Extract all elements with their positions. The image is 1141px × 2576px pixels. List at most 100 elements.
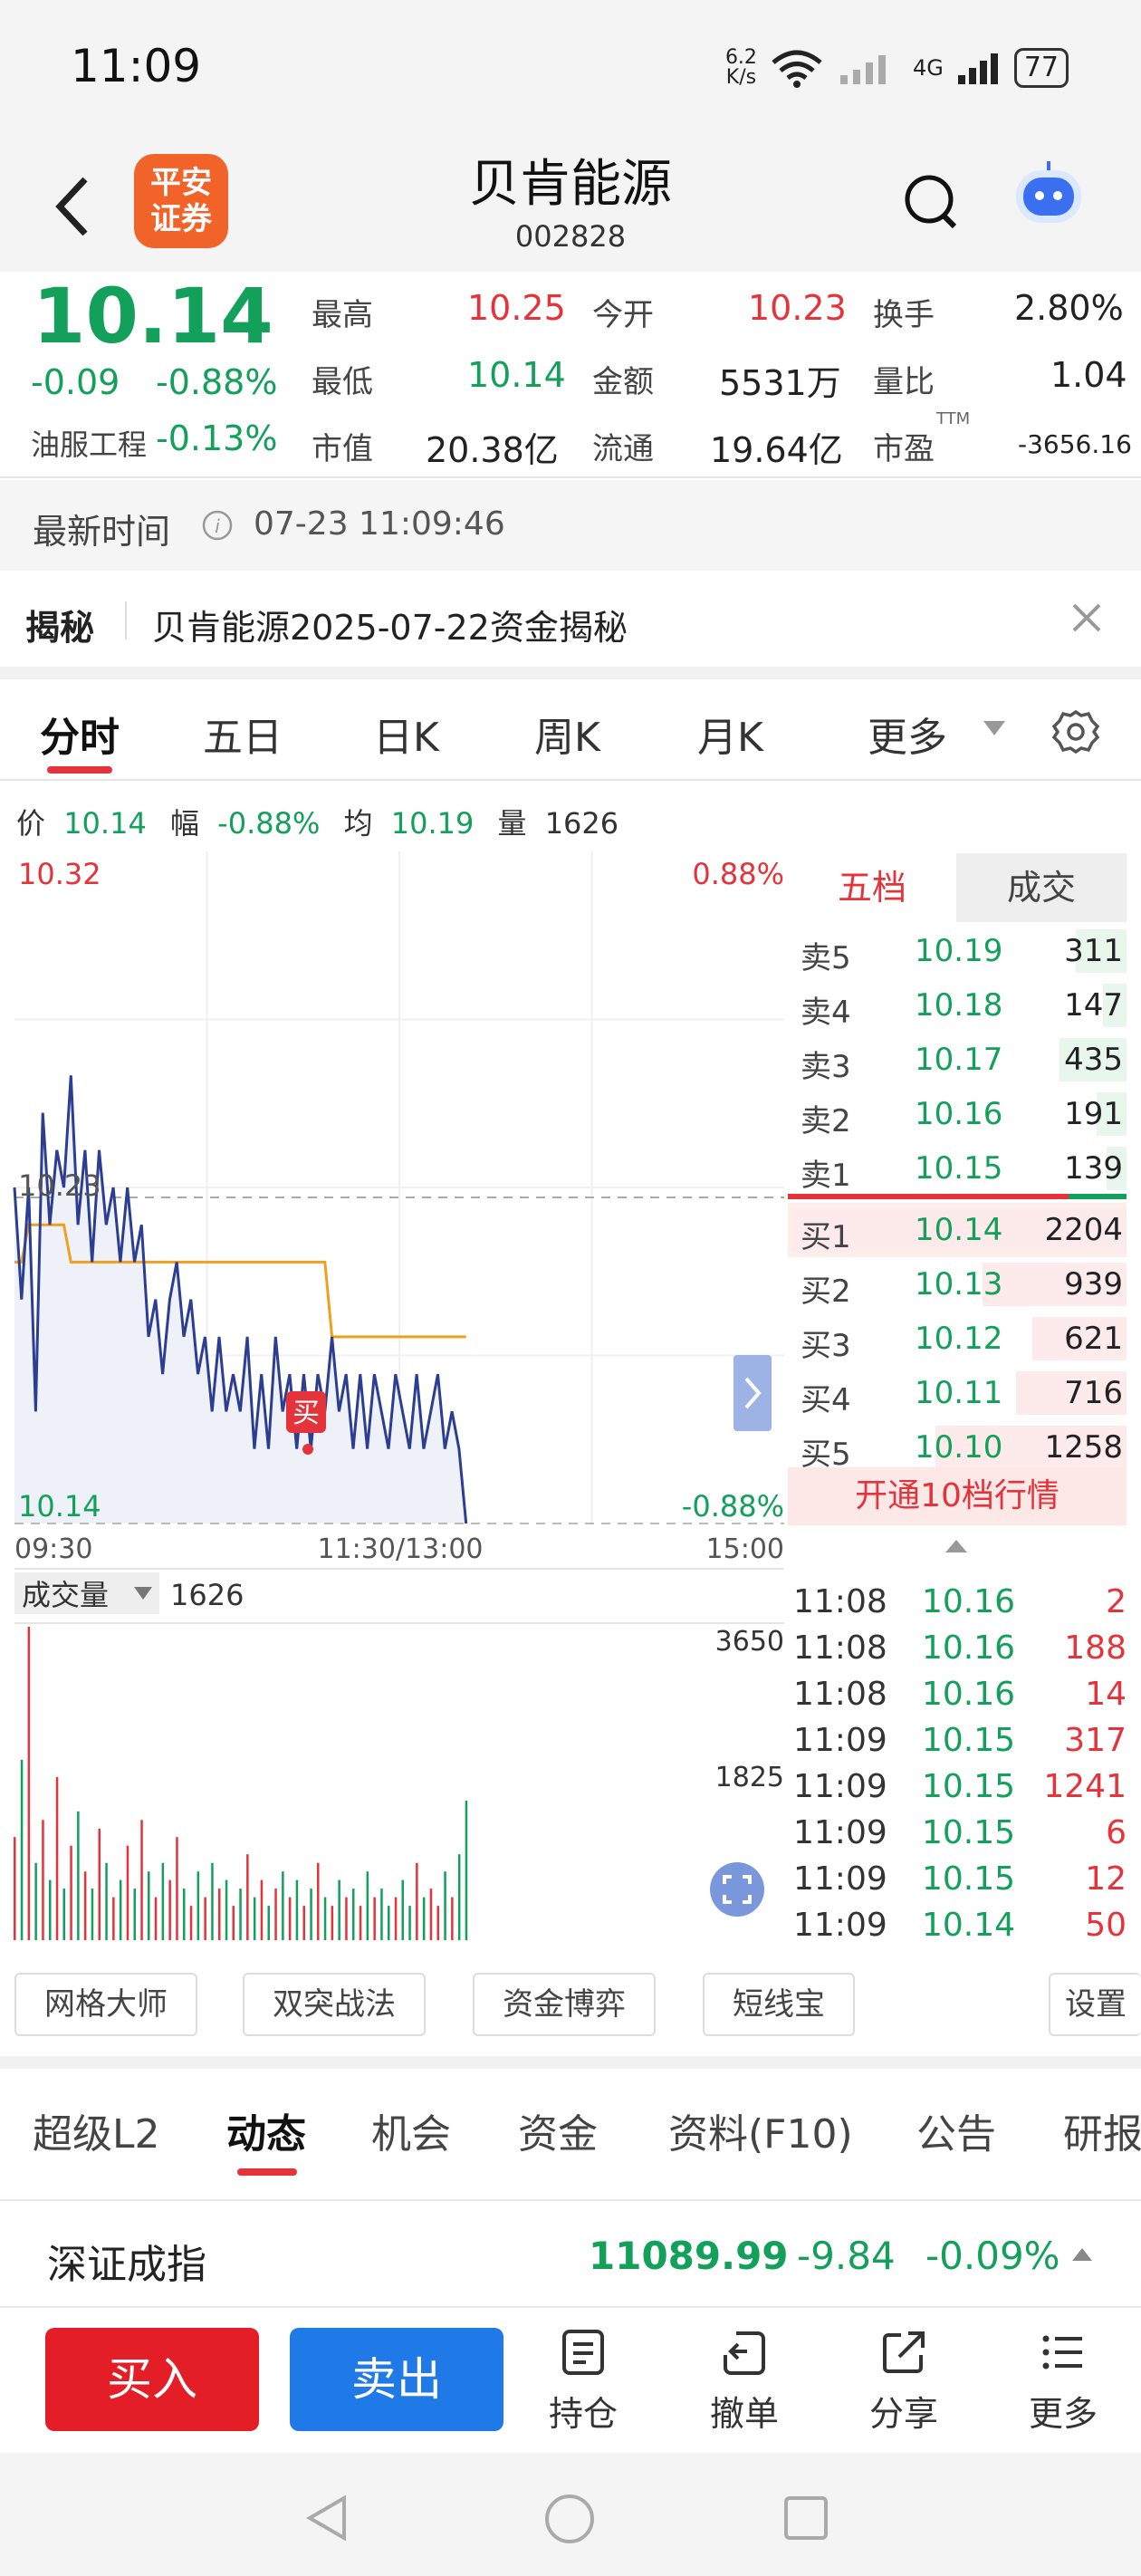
bid-row[interactable]: 买5 10.10 1258: [788, 1420, 1127, 1475]
ask-row[interactable]: 卖4 10.18 147: [788, 978, 1127, 1033]
nav-recents-icon[interactable]: [782, 2494, 829, 2542]
tick-row: 11:09 10.15 12: [793, 1859, 1128, 1904]
system-nav-bar: [0, 2453, 1141, 2576]
tab-trades[interactable]: 成交: [956, 853, 1127, 922]
tool-settings[interactable]: 设置: [1049, 1973, 1141, 2036]
sector-name[interactable]: 油服工程: [31, 422, 147, 464]
bid-row[interactable]: 买2 10.13 939: [788, 1257, 1127, 1312]
gear-icon[interactable]: [1050, 706, 1101, 757]
status-icons: 6.2 K/s 4G 77: [725, 45, 1069, 91]
bid-label: 买1: [801, 1219, 851, 1255]
bid-row[interactable]: 买1 10.14 2204: [788, 1203, 1127, 1257]
tick-price: 10.14: [922, 1907, 1016, 1944]
tool-grid-master[interactable]: 网格大师: [14, 1973, 197, 2036]
volume-bar: [323, 1897, 327, 1940]
caret-down-icon[interactable]: [982, 719, 1007, 737]
fullscreen-button[interactable]: [710, 1862, 764, 1917]
volume-bar: [302, 1906, 305, 1940]
price-area: [14, 1075, 466, 1523]
tab-dynamic[interactable]: 动态: [226, 2101, 306, 2159]
robot-assistant-icon[interactable]: [1011, 158, 1087, 234]
volume-bar: [429, 1889, 433, 1940]
tab-more[interactable]: 更多: [868, 705, 947, 763]
ask-row[interactable]: 卖5 10.19 311: [788, 924, 1127, 978]
y-top-label: 10.32: [18, 857, 101, 891]
bid-row[interactable]: 买3 10.12 621: [788, 1312, 1127, 1366]
tab-super-l2[interactable]: 超级L2: [33, 2101, 160, 2159]
intraday-chart[interactable]: 10.32 0.88% 10.23 10.14 -0.88% 09:30 11:…: [0, 851, 788, 1956]
volume-bar: [394, 1897, 398, 1940]
chart-expand-arrow[interactable]: [734, 1355, 772, 1431]
volume-bar: [112, 1897, 115, 1940]
open-10-level-button[interactable]: 开通10档行情: [788, 1467, 1127, 1525]
tab-announcement[interactable]: 公告: [916, 2101, 996, 2159]
pe-ttm-sup: TTM: [936, 409, 971, 428]
sell-button[interactable]: 卖出: [290, 2328, 503, 2431]
volume-bar: [27, 1627, 31, 1940]
volume-bar: [373, 1897, 376, 1940]
tick-price: 10.15: [922, 1814, 1016, 1851]
secret-tag: 揭秘: [25, 608, 95, 648]
ask-row[interactable]: 卖1 10.15 139: [788, 1141, 1127, 1196]
latest-time-label: 最新时间: [33, 512, 171, 552]
tab-research[interactable]: 研报: [1063, 2101, 1141, 2159]
secret-text[interactable]: 贝肯能源2025-07-22资金揭秘: [152, 600, 628, 649]
volume-bar: [176, 1837, 178, 1940]
tick-volume: 12: [1085, 1860, 1127, 1898]
wifi-icon: [772, 50, 822, 88]
more-button[interactable]: 更多: [1009, 2328, 1117, 2436]
tool-short-line[interactable]: 短线宝: [703, 1973, 855, 2036]
ask-row[interactable]: 卖3 10.17 435: [788, 1033, 1127, 1087]
bid-volume: 2204: [1044, 1212, 1123, 1248]
tab-five-day[interactable]: 五日: [203, 705, 283, 763]
ask-label: 卖3: [801, 1049, 851, 1085]
tick-time: 11:09: [793, 1907, 887, 1944]
tool-capital-game[interactable]: 资金博弈: [473, 1973, 656, 2036]
capital-secret-banner[interactable]: 揭秘 贝肯能源2025-07-22资金揭秘: [0, 572, 1141, 667]
tab-daily-k[interactable]: 日K: [373, 705, 439, 763]
info-icon[interactable]: i: [201, 509, 234, 542]
vol-max-label: 3650: [715, 1626, 784, 1658]
volume-bar: [352, 1889, 355, 1940]
price-change-pct: -0.88%: [156, 362, 278, 402]
tick-volume: 14: [1085, 1676, 1127, 1713]
ask-row[interactable]: 卖2 10.16 191: [788, 1087, 1127, 1141]
search-icon[interactable]: [902, 170, 960, 234]
ask-label: 卖1: [801, 1158, 851, 1194]
ask-price: 10.19: [915, 933, 1003, 969]
volume-bar: [260, 1879, 264, 1940]
buy-button[interactable]: 买入: [45, 2328, 259, 2431]
volume-bar: [288, 1897, 292, 1940]
mcap-label: 市值: [312, 431, 373, 467]
ask-volume: 311: [1064, 933, 1123, 969]
nav-home-icon[interactable]: [543, 2493, 596, 2545]
cancel-order-button[interactable]: 撤单: [690, 2328, 799, 2436]
share-button[interactable]: 分享: [849, 2328, 958, 2436]
latest-time-row: 最新时间 i 07-23 11:09:46: [0, 480, 1141, 571]
nav-back-icon[interactable]: [304, 2493, 350, 2543]
tab-monthly-k[interactable]: 月K: [697, 705, 763, 763]
volume-bar: [218, 1889, 221, 1940]
volume-bars: [14, 1627, 468, 1940]
tab-f10[interactable]: 资料(F10): [668, 2101, 853, 2159]
close-icon[interactable]: [1069, 600, 1105, 636]
bid-volume: 1258: [1044, 1429, 1123, 1466]
tool-double-breakout[interactable]: 双突战法: [243, 1973, 426, 2036]
high-value: 10.25: [467, 288, 566, 328]
volume-bar: [401, 1879, 404, 1940]
tab-opportunity[interactable]: 机会: [371, 2101, 451, 2159]
caret-up-icon[interactable]: [944, 1538, 969, 1554]
volume-bar: [451, 1897, 454, 1940]
index-ticker[interactable]: 深证成指 11089.99 -9.84 -0.09%: [0, 2199, 1141, 2308]
tab-intraday[interactable]: 分时: [40, 705, 120, 763]
vol-ratio-value: 1.04: [1050, 355, 1127, 395]
tab-five-levels[interactable]: 五档: [788, 853, 956, 922]
tab-weekly-k[interactable]: 周K: [534, 705, 600, 763]
volume-bar: [457, 1854, 461, 1940]
holdings-button[interactable]: 持仓: [529, 2328, 638, 2436]
bid-row[interactable]: 买4 10.11 716: [788, 1366, 1127, 1420]
battery-indicator: 77: [1013, 48, 1069, 88]
volume-bar: [20, 1759, 24, 1940]
current-price: 10.14: [33, 272, 273, 360]
tab-funds[interactable]: 资金: [518, 2101, 598, 2159]
